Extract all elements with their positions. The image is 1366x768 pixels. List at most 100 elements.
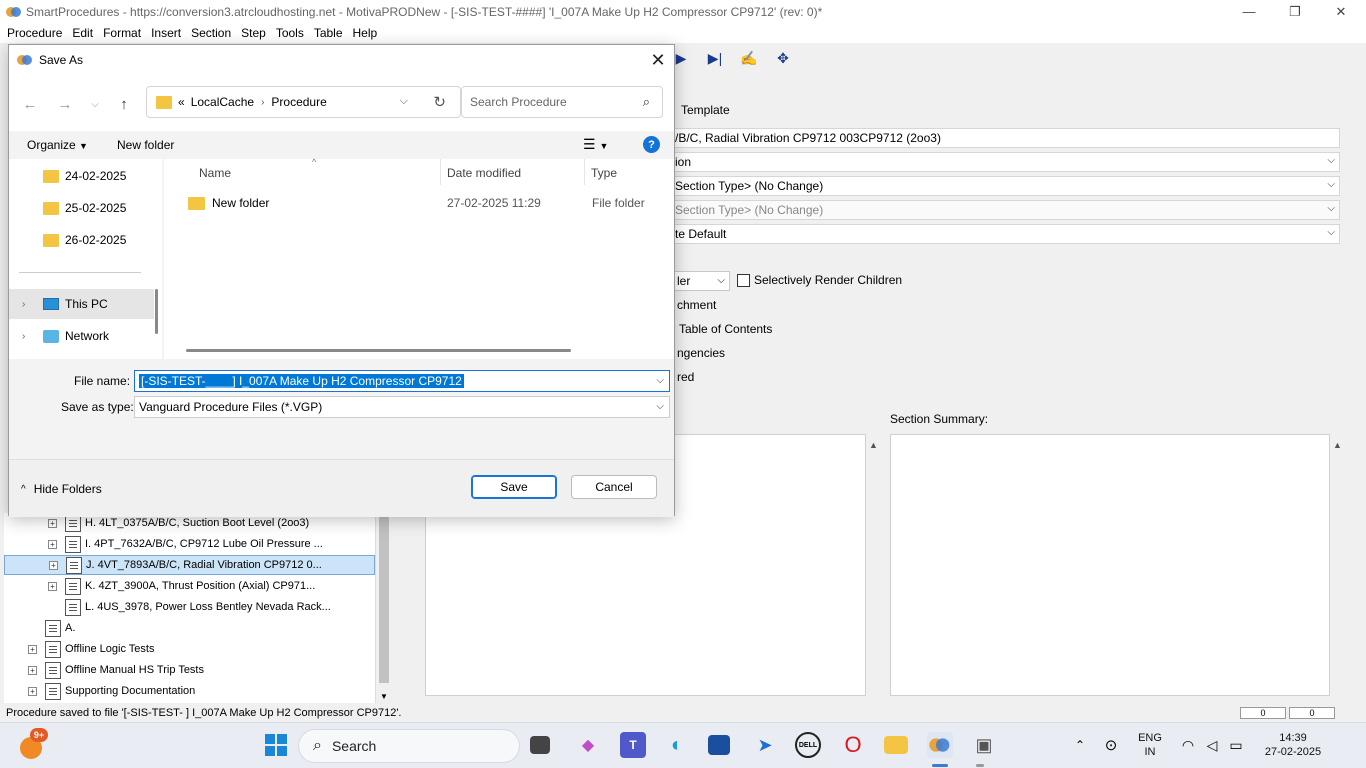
skip-last-icon[interactable]: ▶| [706,49,724,67]
recent-locations-button[interactable]: ⌵ [85,94,105,114]
section-title-field[interactable]: /B/C, Radial Vibration CP9712 003CP9712 … [672,128,1340,148]
chevron-down-icon[interactable]: ⌵ [400,95,408,108]
menu-help[interactable]: Help [348,26,383,40]
nav-folder-24-02-2025[interactable]: 24-02-2025 [9,161,154,191]
tree-item[interactable]: + Supporting Documentation [28,681,195,701]
tree-item[interactable]: + Offline Manual HS Trip Tests [28,660,204,680]
clock[interactable]: 14:39 27-02-2025 [1255,731,1331,759]
menu-procedure[interactable]: Procedure [2,26,67,40]
forward-button[interactable]: → [55,94,75,114]
tree-item[interactable]: + I. 4PT_7632A/B/C, CP9712 Lube Oil Press… [48,534,323,554]
up-button[interactable]: ↑ [114,94,134,114]
chevron-down-icon[interactable]: ⌵ [656,375,664,386]
menu-table[interactable]: Table [309,26,348,40]
nav-scrollbar[interactable] [155,289,158,334]
network-status-icon[interactable]: ⊙ [1098,732,1124,758]
folder-icon[interactable] [884,736,908,754]
tree-item[interactable]: + K. 4ZT_3900A, Thrust Position (Axial) C… [48,576,315,596]
template-default-dropdown[interactable]: te Default ⌵ [672,224,1340,244]
file-row[interactable]: New folder 27-02-2025 11:29 File folder [182,193,672,215]
menu-insert[interactable]: Insert [146,26,186,40]
column-divider[interactable] [440,159,441,185]
expand-icon[interactable]: + [28,665,37,675]
address-bar[interactable]: « LocalCache › Procedure ⌵ ↻ [146,86,461,118]
hide-folders-button[interactable]: ^ Hide Folders [21,482,102,496]
store-icon[interactable] [708,735,730,755]
power-automate-icon[interactable]: ➤ [752,732,778,758]
start-button[interactable] [263,732,289,758]
new-folder-button[interactable]: New folder [117,138,174,152]
selectively-render-checkbox[interactable] [737,274,750,287]
menu-edit[interactable]: Edit [67,26,98,40]
dialog-close-button[interactable]: ✕ [642,45,674,75]
close-window-button[interactable]: ✕ [1318,0,1364,23]
expand-icon[interactable]: + [49,560,58,570]
tree-item[interactable]: L. 4US_3978, Power Loss Bentley Nevada R… [65,597,331,617]
expand-icon[interactable]: + [48,518,57,528]
expand-icon[interactable]: + [28,686,37,696]
column-type[interactable]: Type [591,166,617,180]
nav-folder-26-02-2025[interactable]: 26-02-2025 [9,225,154,255]
remote-desktop-icon[interactable]: ▣ [971,732,997,758]
file-name-input[interactable]: [-SIS-TEST-____] I_007A Make Up H2 Compr… [134,370,670,392]
back-button[interactable]: ← [20,94,40,114]
teams-icon[interactable]: T [620,732,646,758]
column-divider[interactable] [584,159,585,185]
view-options-icon[interactable]: ☰ ▼ [583,136,608,153]
breadcrumb-procedure[interactable]: Procedure [271,95,326,109]
minimize-button[interactable]: — [1226,0,1272,23]
edge-icon[interactable]: ◐ [664,732,690,758]
cancel-button[interactable]: Cancel [571,475,657,499]
copilot-icon[interactable]: ◆ [575,732,601,758]
tab-template[interactable]: Template [681,103,730,117]
tree-scrollbar[interactable]: ▼ [375,513,392,703]
dell-icon[interactable]: DELL [795,732,821,758]
move-icon[interactable]: ✥ [774,49,792,67]
column-name[interactable]: Name [199,166,231,180]
path-overflow[interactable]: « [178,95,185,109]
render-select[interactable]: ler ⌵ [672,271,730,291]
scroll-up-icon[interactable]: ▲ [869,440,878,450]
language-indicator[interactable]: ENG IN [1130,731,1170,759]
breadcrumb-localcache[interactable]: LocalCache [191,95,254,109]
battery-icon[interactable]: ▭ [1223,732,1249,758]
help-icon[interactable]: ? [643,136,660,153]
show-hidden-icons[interactable]: ⌃ [1067,732,1093,758]
task-view-icon[interactable] [530,736,550,754]
smartprocedures-icon[interactable] [927,732,953,758]
chevron-right-icon[interactable]: › [22,331,25,342]
menu-section[interactable]: Section [186,26,236,40]
menu-format[interactable]: Format [98,26,146,40]
search-input[interactable]: Search Procedure ⌕ [461,86,663,118]
save-button[interactable]: Save [471,475,557,499]
save-type-select[interactable]: Vanguard Procedure Files (*.VGP) ⌵ [134,396,670,418]
file-list-scrollbar[interactable] [186,349,571,352]
column-date-modified[interactable]: Date modified [447,166,521,180]
nav-folder-25-02-2025[interactable]: 25-02-2025 [9,193,154,223]
maximize-button[interactable]: ❐ [1272,0,1318,23]
expand-icon[interactable]: + [48,539,57,549]
tree-item[interactable]: + Offline Logic Tests [28,639,154,659]
section-type-dropdown[interactable]: Section Type> (No Change) ⌵ [672,176,1340,196]
signature-icon[interactable]: ✍ [740,49,758,67]
expand-icon[interactable]: + [28,644,37,654]
organize-button[interactable]: Organize ▼ [27,138,88,152]
tree-item-selected[interactable]: + J. 4VT_7893A/B/C, Radial Vibration CP97… [4,555,375,575]
scrollbar-thumb[interactable] [379,513,389,683]
scroll-down-icon[interactable]: ▼ [380,692,388,701]
menu-tools[interactable]: Tools [271,26,309,40]
scroll-up-icon[interactable]: ▲ [1333,440,1342,450]
opera-icon[interactable]: O [840,732,866,758]
chevron-right-icon[interactable]: › [22,299,25,310]
tree-item[interactable]: A. [45,618,75,638]
section-summary-pane[interactable] [890,434,1330,696]
nav-this-pc[interactable]: › This PC [9,289,154,319]
refresh-icon[interactable]: ↻ [433,93,446,111]
expand-icon[interactable]: + [48,581,57,591]
nav-network[interactable]: › Network [9,321,154,351]
taskbar-search[interactable]: ⌕ Search [298,729,520,763]
section-dropdown-1[interactable]: ion ⌵ [672,152,1340,172]
volume-icon[interactable]: ◁ [1199,732,1225,758]
wifi-icon[interactable]: ◠ [1175,732,1201,758]
menu-step[interactable]: Step [236,26,271,40]
